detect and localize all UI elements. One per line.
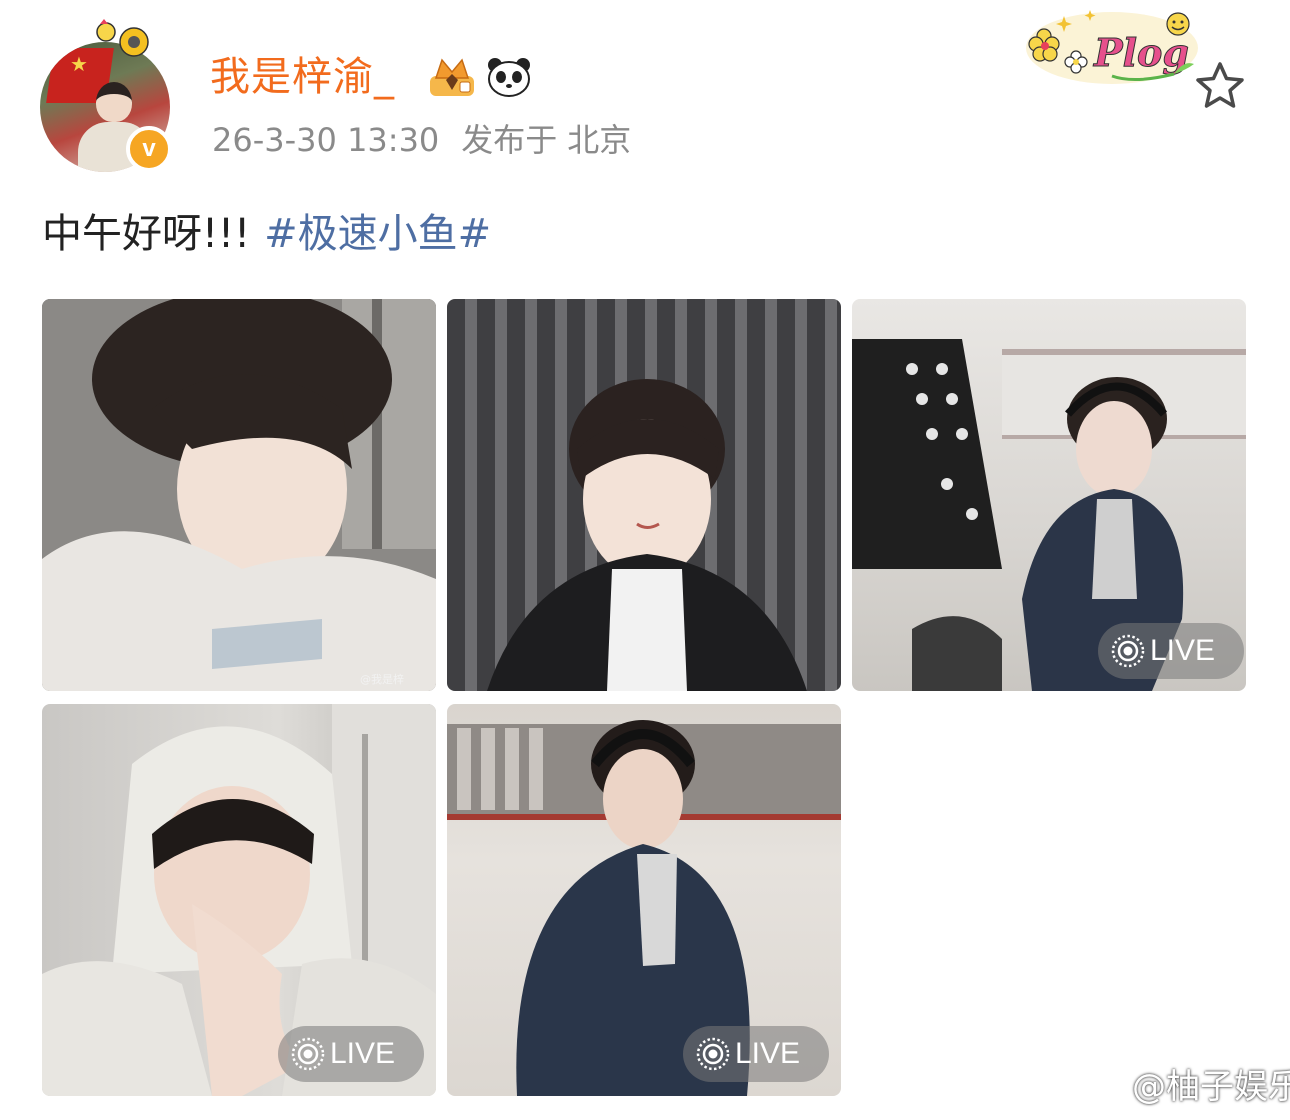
- weibo-logo-icon: [1088, 1070, 1130, 1101]
- source-watermark-text: @柚子娱乐: [1132, 1067, 1290, 1107]
- live-badge[interactable]: LIVE: [278, 1026, 424, 1082]
- hashtag-link[interactable]: #极速小鱼#: [264, 211, 491, 257]
- location-prefix: 发布于: [461, 121, 558, 159]
- avatar-person-head: [96, 82, 132, 122]
- photo-5[interactable]: LIVE: [447, 704, 841, 1096]
- post-meta: 26-3-30 13:30 发布于 北京: [212, 118, 631, 162]
- plog-sticker: Plog: [1026, 10, 1198, 84]
- live-icon: [291, 1037, 325, 1071]
- photo-1[interactable]: @我是梓: [42, 299, 436, 691]
- post-timestamp: 26-3-30 13:30: [212, 121, 440, 159]
- live-icon: [696, 1037, 730, 1071]
- post-location: 北京: [567, 121, 632, 159]
- source-watermark: @柚子娱乐: [1088, 1064, 1290, 1110]
- verified-badge: v: [126, 126, 172, 172]
- photo-4[interactable]: LIVE: [42, 704, 436, 1096]
- photo-1-image: [42, 299, 436, 691]
- avatar-flag-star: ★: [70, 52, 88, 76]
- panda-icon: [488, 58, 530, 97]
- plog-sticker-text: Plog: [1093, 30, 1189, 75]
- post-content: 中午好呀!!! #极速小鱼#: [42, 207, 491, 261]
- author-name[interactable]: 我是梓渝_: [210, 52, 395, 102]
- photo-3[interactable]: LIVE: [852, 299, 1246, 691]
- live-label: LIVE: [735, 1037, 801, 1070]
- live-label: LIVE: [330, 1037, 396, 1070]
- post-text: 中午好呀!!!: [42, 211, 251, 257]
- photo-2-image: [487, 379, 807, 691]
- live-label: LIVE: [1150, 634, 1216, 667]
- live-icon: [1111, 634, 1145, 668]
- live-badge[interactable]: LIVE: [683, 1026, 829, 1082]
- favorite-star-icon[interactable]: [1194, 60, 1246, 110]
- live-badge[interactable]: LIVE: [1098, 623, 1244, 679]
- photo-watermark: @我是梓: [360, 673, 404, 686]
- avatar-sticker-icon: [96, 19, 149, 57]
- crown-icon: [430, 58, 474, 96]
- photo-2[interactable]: [447, 299, 841, 691]
